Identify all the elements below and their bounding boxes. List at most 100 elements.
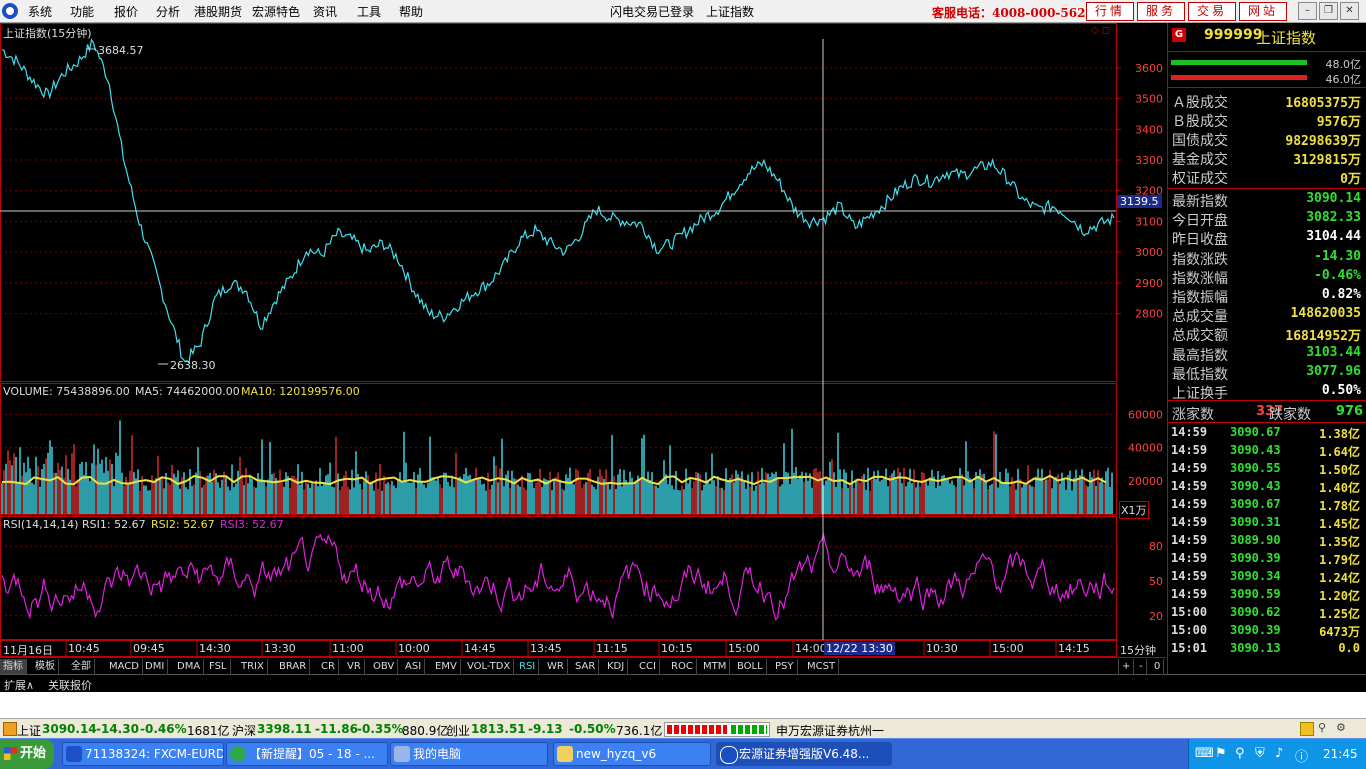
chart-settings-icon[interactable]: ◇ ◻ bbox=[1091, 25, 1110, 36]
ticker-cy-label: 创业 bbox=[446, 724, 471, 738]
ticker-lock-icon[interactable] bbox=[1300, 722, 1314, 736]
zoom-in-button[interactable]: + bbox=[1118, 659, 1135, 674]
indicator-tab-macd[interactable]: MACD bbox=[106, 659, 143, 674]
cursor-time-badge: 12/22 13:30 bbox=[824, 642, 895, 655]
menu-help[interactable]: 帮助 bbox=[399, 3, 423, 20]
ticker-sh-label: 上证 bbox=[17, 724, 42, 738]
indicator-tab-asi[interactable]: ASI bbox=[402, 659, 426, 674]
menu-quote[interactable]: 报价 bbox=[114, 3, 138, 20]
zoom-out-button[interactable]: - bbox=[1136, 659, 1147, 674]
indicator-tab-group-1[interactable]: 模板 bbox=[32, 659, 59, 674]
indicator-tab-vr[interactable]: VR bbox=[344, 659, 365, 674]
indicator-tab-sar[interactable]: SAR bbox=[572, 659, 600, 674]
taskbar-button-reminder[interactable]: 【新提醒】05 - 18 - ... bbox=[226, 742, 388, 766]
stat-label: 总成交额 bbox=[1172, 328, 1228, 345]
nav-button-service[interactable]: 服务 bbox=[1137, 2, 1185, 21]
taskbar-button-fxcm[interactable]: 71138324: FXCM-EURD... bbox=[62, 742, 224, 766]
stat-label: 权证成交 bbox=[1172, 171, 1228, 187]
menu-tools[interactable]: 工具 bbox=[357, 3, 381, 20]
indicator-tab-cr[interactable]: CR bbox=[318, 659, 339, 674]
indicator-tab-psy[interactable]: PSY bbox=[772, 659, 798, 674]
indicator-tab-mcst[interactable]: MCST bbox=[804, 659, 840, 674]
ticker-lock-icon[interactable] bbox=[3, 722, 17, 736]
tick-price: 3090.55 bbox=[1230, 461, 1281, 475]
indicator-tab-emv[interactable]: EMV bbox=[432, 659, 461, 674]
menu-analysis[interactable]: 分析 bbox=[156, 3, 180, 20]
menu-news[interactable]: 资讯 bbox=[313, 3, 337, 20]
info-icon[interactable]: ⓘ bbox=[1295, 746, 1308, 765]
chart-svg[interactable]: 280029003000310032003300340035003600 200… bbox=[0, 23, 1166, 657]
close-icon[interactable]: ✕ bbox=[1340, 2, 1359, 20]
indicator-tab-brar[interactable]: BRAR bbox=[276, 659, 311, 674]
taskbar-button-my-computer[interactable]: 我的电脑 bbox=[390, 742, 548, 766]
minimize-icon[interactable]: – bbox=[1298, 2, 1317, 20]
period-label[interactable]: 15分钟 bbox=[1120, 642, 1156, 658]
shield-icon[interactable]: ⛨ bbox=[1255, 746, 1265, 761]
tick-volume: 1.45亿 bbox=[1319, 517, 1360, 531]
tick-price: 3090.34 bbox=[1230, 569, 1281, 583]
indicator-tab-dmi[interactable]: DMI bbox=[142, 659, 169, 674]
time-axis-label: 10:15 bbox=[661, 642, 693, 655]
main-chart-label: 上证指数(15分钟) bbox=[3, 27, 92, 40]
indicator-tab-trix[interactable]: TRIX bbox=[238, 659, 268, 674]
taskbar-button-hongyuan[interactable]: 宏源证券增强版V6.48... bbox=[716, 742, 892, 766]
indicator-tab-rsi[interactable]: RSI bbox=[516, 659, 540, 674]
time-axis-label: 10:00 bbox=[398, 642, 430, 655]
indicator-tab-wr[interactable]: WR bbox=[544, 659, 568, 674]
indicator-tab-voltdx[interactable]: VOL-TDX bbox=[464, 659, 515, 674]
menu-system[interactable]: 系统 bbox=[28, 3, 52, 20]
flag-icon[interactable]: ⚑ bbox=[1215, 746, 1227, 761]
tick-price: 3090.67 bbox=[1230, 425, 1281, 439]
tick-time: 14:59 bbox=[1171, 551, 1208, 565]
index-stat-row: 总成交量 148620035 bbox=[1170, 305, 1363, 325]
ime-icon[interactable]: ⌨ bbox=[1195, 746, 1214, 761]
restore-icon[interactable]: ❐ bbox=[1319, 2, 1338, 20]
index-stat-row: 昨日收盘 3104.44 bbox=[1170, 228, 1363, 248]
volume-icon[interactable]: ♪ bbox=[1275, 746, 1283, 761]
divider bbox=[1168, 87, 1366, 88]
stat-value: -0.46% bbox=[1314, 267, 1361, 283]
indicator-tab-fsl[interactable]: FSL bbox=[206, 659, 231, 674]
price-axis-label: 2800 bbox=[1135, 308, 1163, 321]
related-quote-tab[interactable]: 关联报价 bbox=[48, 677, 92, 693]
volume-stat-row: Ｂ股成交 9576万 bbox=[1170, 110, 1363, 130]
nav-button-market[interactable]: 行情 bbox=[1086, 2, 1134, 21]
stat-label: 最新指数 bbox=[1172, 194, 1228, 210]
index-stat-row: 最高指数 3103.44 bbox=[1170, 344, 1363, 364]
tick-time: 14:59 bbox=[1171, 425, 1208, 439]
indicator-tab-cci[interactable]: CCI bbox=[636, 659, 660, 674]
stat-value: 3090.14 bbox=[1306, 191, 1361, 206]
crosshair-value-badge: 3139.5 bbox=[1117, 195, 1162, 208]
menu-hk-futures[interactable]: 港股期货 bbox=[194, 3, 242, 20]
gear-icon[interactable]: ⚙ bbox=[1336, 722, 1348, 734]
indicator-tab-dma[interactable]: DMA bbox=[174, 659, 205, 674]
indicator-tab-obv[interactable]: OBV bbox=[370, 659, 399, 674]
nav-button-website[interactable]: 网站 bbox=[1239, 2, 1287, 21]
stat-value: 9576万 bbox=[1316, 115, 1361, 130]
indicator-tab-boll[interactable]: BOLL bbox=[734, 659, 767, 674]
taskbar-button-folder[interactable]: new_hyzq_v6 bbox=[553, 742, 711, 766]
nav-button-trade[interactable]: 交易 bbox=[1188, 2, 1236, 21]
tick-volume: 1.40亿 bbox=[1319, 481, 1360, 495]
indicator-tab-group-0[interactable]: 指标 bbox=[0, 659, 27, 674]
indicator-tab-kdj[interactable]: KDJ bbox=[604, 659, 629, 674]
menu-function[interactable]: 功能 bbox=[70, 3, 94, 20]
stat-label: 指数涨幅 bbox=[1172, 270, 1228, 287]
index-stat-row: 指数涨跌 -14.30 bbox=[1170, 248, 1363, 268]
stat-value: 0万 bbox=[1340, 172, 1361, 187]
window-title: 上证指数 bbox=[706, 5, 755, 19]
time-axis-label: 15:00 bbox=[728, 642, 760, 655]
chart-area[interactable]: 2800 2900 3000 3100 3200 3300 3400 3500 3600 200… bbox=[0, 23, 1166, 673]
zoom-reset-button[interactable]: 0 bbox=[1151, 659, 1165, 674]
stat-value: 16814952万 bbox=[1285, 329, 1361, 345]
taskbar-button-label: new_hyzq_v6 bbox=[576, 747, 657, 761]
indicator-tab-mtm[interactable]: MTM bbox=[700, 659, 731, 674]
clock: 21:45 bbox=[1323, 747, 1358, 761]
network-icon[interactable]: ⚲ bbox=[1235, 746, 1245, 761]
menu-hongyuan[interactable]: 宏源特色 bbox=[252, 3, 300, 20]
expand-tab[interactable]: 扩展∧ bbox=[4, 677, 34, 693]
indicator-tab-roc[interactable]: ROC bbox=[668, 659, 697, 674]
tick-price: 3090.62 bbox=[1230, 605, 1281, 619]
advance-decline-row: 涨家数 337 跌家数 976 bbox=[1168, 403, 1366, 423]
indicator-tab-group-2[interactable]: 全部 bbox=[68, 659, 95, 674]
